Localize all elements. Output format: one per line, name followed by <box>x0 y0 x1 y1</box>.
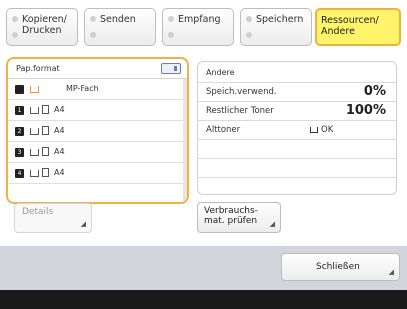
bottom-bar <box>0 290 407 309</box>
check-consumables-button[interactable]: Verbrauchs- mat. prüfen ◢ <box>197 202 281 233</box>
row-value: OK <box>321 125 334 135</box>
row-value: 100% <box>345 103 386 118</box>
paper-row-1[interactable]: 1 A4 <box>8 100 187 121</box>
waste-toner-status: OK <box>310 125 333 135</box>
paper-format-header: Pap.format <box>8 59 187 79</box>
paper-format-title: Pap.format <box>16 64 60 73</box>
paper-row-mp[interactable]: MP-Fach <box>8 79 187 100</box>
tab-status-led <box>90 32 96 38</box>
row-value: 0% <box>363 84 386 99</box>
corner-arrow-icon: ◢ <box>269 220 275 228</box>
empty-row <box>198 158 396 177</box>
paper-row-label: A4 <box>54 147 65 156</box>
paper-format-panel: Pap.format MP-Fach 1 A4 2 A4 3 A4 4 A4 <box>6 57 189 204</box>
empty-row <box>198 177 396 194</box>
tab-receive[interactable]: Empfang <box>162 8 234 46</box>
tray-icon <box>30 128 39 135</box>
tab-status-led <box>90 16 96 22</box>
slot-number-icon: 2 <box>15 127 24 136</box>
paper-row-label: A4 <box>54 105 65 114</box>
tab-send[interactable]: Senden <box>84 8 156 46</box>
toner-remaining-row: Restlicher Toner 100% <box>198 101 396 120</box>
paper-row-label: A4 <box>54 168 65 177</box>
paper-list-scrollbar[interactable] <box>183 79 187 202</box>
empty-row <box>198 139 396 158</box>
paper-row-label: A4 <box>54 126 65 135</box>
tab-copy-print[interactable]: Kopieren/ Drucken <box>6 8 78 46</box>
tab-bar: Kopieren/ Drucken Senden Empfang Speiche… <box>0 0 407 50</box>
waste-toner-row: Alttoner OK <box>198 120 396 139</box>
paper-sheet-icon <box>42 105 49 114</box>
slot-mp-icon <box>15 85 24 94</box>
mp-tray-icon <box>30 86 39 93</box>
tray-icon <box>30 149 39 156</box>
other-info-panel: Andere Speich.verwend. 0% Restlicher Ton… <box>197 61 397 195</box>
details-label: Details <box>22 207 54 217</box>
close-label: Schließen <box>316 262 360 272</box>
paper-sheet-icon <box>42 147 49 156</box>
row-key: Speich.verwend. <box>206 87 277 97</box>
paper-sheet-icon <box>42 126 49 135</box>
tab-store[interactable]: Speichern <box>240 8 312 46</box>
tab-label: Empfang <box>178 14 221 25</box>
paper-row-4[interactable]: 4 A4 <box>8 163 187 184</box>
corner-arrow-icon: ◢ <box>80 220 86 228</box>
tab-label: Senden <box>100 14 136 25</box>
details-button[interactable]: Details ◢ <box>14 203 92 233</box>
tab-label: Ressourcen/ Andere <box>321 15 379 37</box>
slot-number-icon: 1 <box>15 106 24 115</box>
slot-number-icon: 3 <box>15 148 24 157</box>
slot-number-icon: 4 <box>15 169 24 178</box>
tray-icon <box>30 170 39 177</box>
check-consumables-label: Verbrauchs- mat. prüfen <box>204 206 258 226</box>
paper-row-2[interactable]: 2 A4 <box>8 121 187 142</box>
tab-status-led <box>12 32 18 38</box>
corner-arrow-icon: ◢ <box>388 268 394 276</box>
tab-resources-other[interactable]: Ressourcen/ Andere <box>315 8 401 46</box>
tab-status-led <box>168 32 174 38</box>
paper-row-3[interactable]: 3 A4 <box>8 142 187 163</box>
tab-status-led <box>168 16 174 22</box>
tab-status-led <box>246 32 252 38</box>
tab-status-led <box>246 16 252 22</box>
row-key: Restlicher Toner <box>206 106 274 116</box>
tray-icon <box>30 107 39 114</box>
tab-label: Kopieren/ Drucken <box>22 14 67 36</box>
row-key: Alttoner <box>206 125 241 135</box>
memory-usage-row: Speich.verwend. 0% <box>198 82 396 101</box>
tab-status-led <box>12 16 18 22</box>
other-panel-title: Andere <box>206 68 235 77</box>
paper-sheet-icon <box>42 168 49 177</box>
paper-row-label: MP-Fach <box>66 84 99 93</box>
tab-label: Speichern <box>256 14 304 25</box>
waste-toner-icon <box>310 126 318 133</box>
paper-settings-icon[interactable] <box>161 63 181 74</box>
close-button[interactable]: Schließen ◢ <box>281 253 400 281</box>
